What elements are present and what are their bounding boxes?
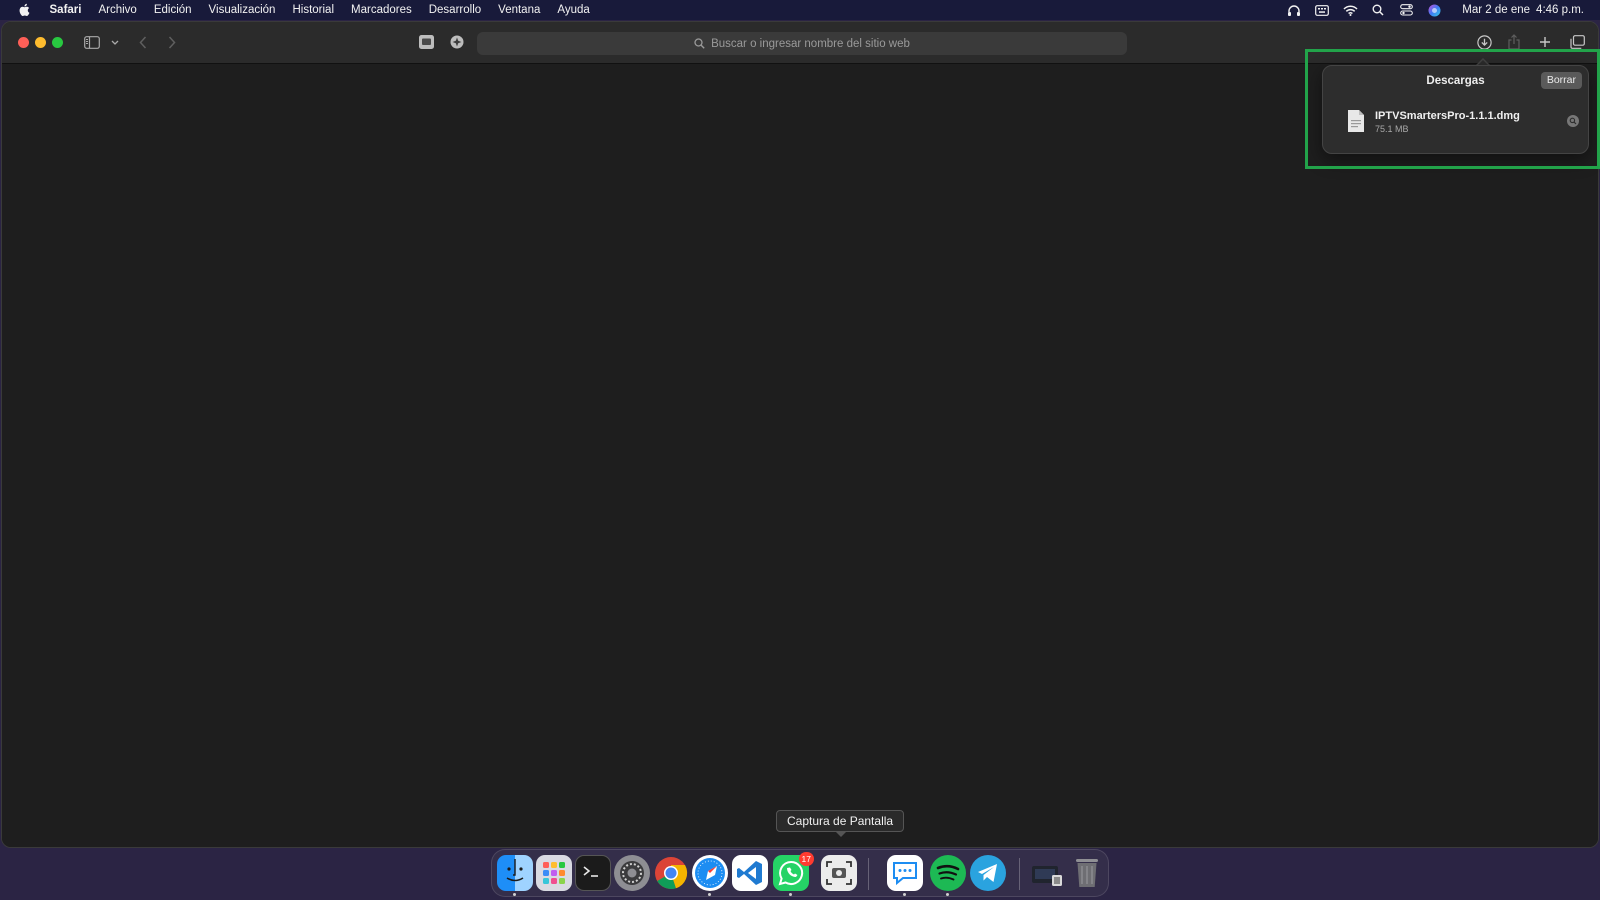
menu-bar: Safari Archivo Edición Visualización His…: [0, 0, 1600, 20]
dock: 17: [491, 849, 1109, 897]
dock-separator: [868, 858, 869, 890]
dock-separator-2: [1019, 858, 1020, 890]
safari-running-dot: [708, 893, 711, 896]
downloads-highlight-box: [1305, 49, 1600, 169]
downloads-stack-icon[interactable]: [1029, 855, 1065, 891]
back-icon[interactable]: [136, 31, 150, 53]
menu-edicion[interactable]: Edición: [145, 0, 200, 20]
address-bar[interactable]: Buscar o ingresar nombre del sitio web: [477, 32, 1127, 55]
whatsapp-running-dot: [789, 893, 792, 896]
system-settings-icon[interactable]: [614, 855, 650, 891]
apple-logo-icon[interactable]: [17, 3, 31, 17]
address-placeholder: Buscar o ingresar nombre del sitio web: [711, 37, 910, 50]
tooltip-tail: [835, 831, 847, 837]
dock-tooltip: Captura de Pantalla: [776, 810, 905, 832]
menu-ayuda[interactable]: Ayuda: [549, 0, 598, 20]
menu-desarrollo[interactable]: Desarrollo: [420, 0, 489, 20]
menu-ventana[interactable]: Ventana: [490, 0, 549, 20]
reader-icon[interactable]: [418, 31, 434, 53]
page-content-area[interactable]: [2, 64, 1598, 847]
menu-clock[interactable]: Mar 2 de ene 4:46 p.m.: [1456, 4, 1584, 16]
launchpad-icon[interactable]: [536, 855, 572, 891]
screenshot-icon[interactable]: [821, 855, 857, 891]
trash-icon[interactable]: [1069, 855, 1105, 891]
whatsapp-icon[interactable]: 17: [773, 852, 814, 891]
wifi-icon[interactable]: [1342, 3, 1358, 17]
terminal-icon[interactable]: [575, 855, 611, 891]
chat-app-icon[interactable]: [887, 855, 923, 891]
finder-icon[interactable]: [497, 855, 533, 891]
menu-app-name[interactable]: Safari: [41, 0, 90, 20]
forward-icon[interactable]: [165, 31, 179, 53]
chrome-icon[interactable]: [653, 855, 689, 891]
sidebar-icon[interactable]: [83, 31, 101, 53]
menu-historial[interactable]: Historial: [284, 0, 343, 20]
vscode-icon[interactable]: [732, 855, 768, 891]
minimize-window-button[interactable]: [35, 37, 46, 48]
menu-marcadores[interactable]: Marcadores: [343, 0, 421, 20]
spotlight-search-icon[interactable]: [1370, 3, 1386, 17]
close-window-button[interactable]: [18, 37, 29, 48]
spotify-icon[interactable]: [930, 855, 966, 891]
zoom-window-button[interactable]: [52, 37, 63, 48]
whatsapp-notification-badge: 17: [798, 852, 814, 866]
extension-icon[interactable]: [449, 31, 465, 53]
search-icon: [694, 37, 706, 50]
menu-date: Mar 2 de ene: [1462, 4, 1531, 16]
keyboard-input-icon[interactable]: [1314, 3, 1330, 17]
headphones-icon[interactable]: [1286, 3, 1302, 17]
chevron-down-icon[interactable]: [109, 31, 121, 53]
telegram-icon[interactable]: [970, 855, 1006, 891]
finder-running-dot: [513, 893, 516, 896]
safari-icon[interactable]: [692, 855, 728, 891]
chat-app-running-dot: [903, 893, 906, 896]
menu-archivo[interactable]: Archivo: [90, 0, 145, 20]
menu-visualizacion[interactable]: Visualización: [200, 0, 284, 20]
menu-time: 4:46 p.m.: [1536, 4, 1584, 16]
control-center-icon[interactable]: [1398, 3, 1414, 17]
spotify-running-dot: [946, 893, 949, 896]
siri-icon[interactable]: [1426, 3, 1442, 17]
